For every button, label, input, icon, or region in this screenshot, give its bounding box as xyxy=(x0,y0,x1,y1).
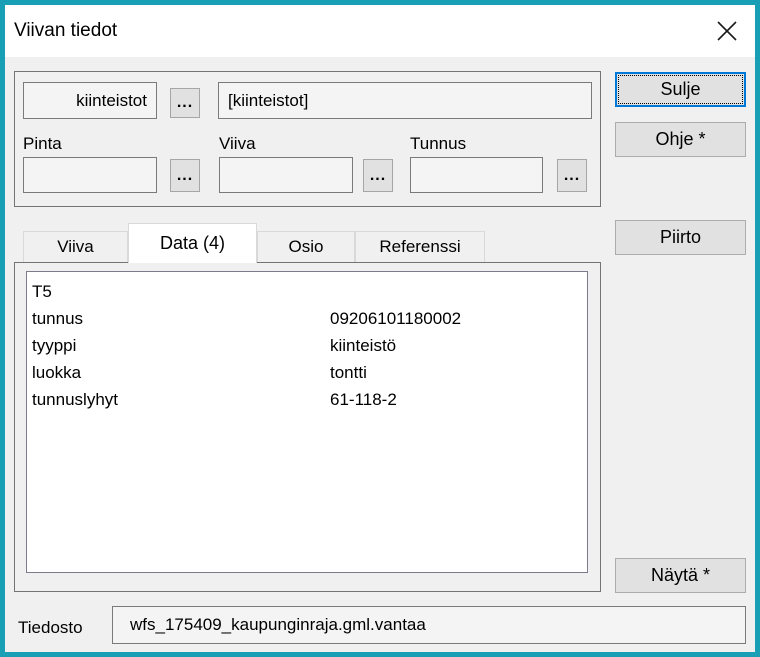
pinta-browse-button[interactable]: ... xyxy=(170,159,200,192)
tiedosto-field[interactable]: wfs_175409_kaupunginraja.gml.vantaa xyxy=(112,606,746,644)
list-item[interactable]: tunnus 09206101180002 xyxy=(32,305,587,332)
tab-osio-label: Osio xyxy=(289,237,324,257)
list-item[interactable]: tyyppi kiinteistö xyxy=(32,332,587,359)
row-value: 09206101180002 xyxy=(330,305,587,332)
tunnus-field[interactable] xyxy=(410,157,543,193)
row-key: tunnus xyxy=(32,305,330,332)
tab-osio[interactable]: Osio xyxy=(257,231,355,262)
layer-ref-value: [kiinteistot] xyxy=(228,91,308,111)
close-icon xyxy=(716,20,738,42)
tab-referenssi-label: Referenssi xyxy=(379,237,460,257)
attribute-list[interactable]: T5 tunnus 09206101180002 tyyppi kiinteis… xyxy=(26,271,588,573)
viiva-browse-button[interactable]: ... xyxy=(363,159,393,192)
nayta-button[interactable]: Näytä * xyxy=(615,558,746,593)
ellipsis-icon: ... xyxy=(564,167,580,185)
tab-referenssi[interactable]: Referenssi xyxy=(355,231,485,262)
sulje-label: Sulje xyxy=(660,79,700,100)
tab-data[interactable]: Data (4) xyxy=(128,223,257,263)
ellipsis-icon: ... xyxy=(177,94,193,112)
list-item[interactable]: T5 xyxy=(32,278,587,305)
tab-data-label: Data (4) xyxy=(160,233,225,254)
tunnus-browse-button[interactable]: ... xyxy=(557,159,587,192)
layer-name-field[interactable]: kiinteistot xyxy=(23,82,157,119)
dialog-window: Viivan tiedot kiinteistot ... [kiinteist… xyxy=(0,0,760,657)
row-key: T5 xyxy=(32,278,330,305)
row-key: tunnuslyhyt xyxy=(32,386,330,413)
piirto-label: Piirto xyxy=(660,227,701,248)
layer-browse-button[interactable]: ... xyxy=(170,88,200,118)
viiva-field[interactable] xyxy=(219,157,353,193)
ellipsis-icon: ... xyxy=(370,167,386,185)
pinta-field[interactable] xyxy=(23,157,157,193)
ellipsis-icon: ... xyxy=(177,167,193,185)
row-value: 61-118-2 xyxy=(330,386,587,413)
close-button[interactable] xyxy=(707,11,747,51)
ohje-label: Ohje * xyxy=(655,129,705,150)
title-bar: Viivan tiedot xyxy=(5,5,755,57)
tab-viiva[interactable]: Viiva xyxy=(23,231,128,262)
pinta-label: Pinta xyxy=(23,133,62,155)
piirto-button[interactable]: Piirto xyxy=(615,220,746,255)
tiedosto-value: wfs_175409_kaupunginraja.gml.vantaa xyxy=(130,615,426,635)
tiedosto-label: Tiedosto xyxy=(18,617,83,639)
layer-name-value: kiinteistot xyxy=(76,91,147,111)
row-value: kiinteistö xyxy=(330,332,587,359)
nayta-label: Näytä * xyxy=(651,565,710,586)
dialog-body: kiinteistot ... [kiinteistot] Pinta Viiv… xyxy=(5,57,755,652)
viiva-label: Viiva xyxy=(219,133,256,155)
row-value: tontti xyxy=(330,359,587,386)
row-value xyxy=(330,278,587,305)
row-key: luokka xyxy=(32,359,330,386)
layer-ref-field[interactable]: [kiinteistot] xyxy=(218,82,592,119)
list-item[interactable]: luokka tontti xyxy=(32,359,587,386)
tunnus-label: Tunnus xyxy=(410,133,466,155)
ohje-button[interactable]: Ohje * xyxy=(615,122,746,157)
tab-viiva-label: Viiva xyxy=(57,237,94,257)
row-key: tyyppi xyxy=(32,332,330,359)
sulje-button[interactable]: Sulje xyxy=(615,72,746,107)
window-title: Viivan tiedot xyxy=(14,5,117,57)
list-item[interactable]: tunnuslyhyt 61-118-2 xyxy=(32,386,587,413)
